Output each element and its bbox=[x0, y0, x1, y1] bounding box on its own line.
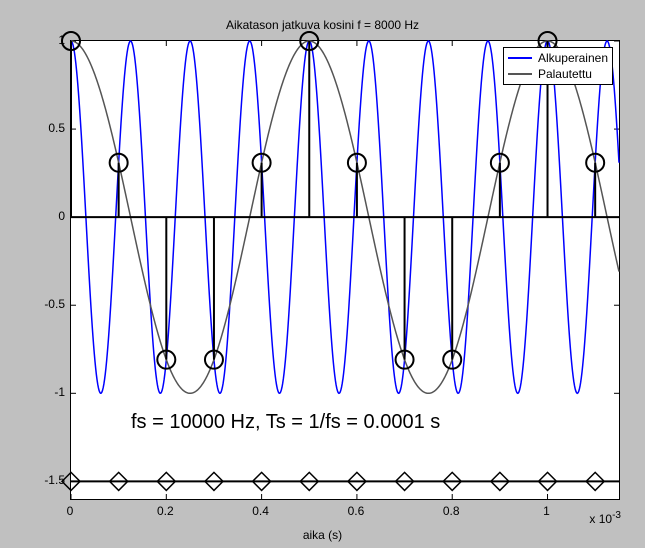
legend-item-palautettu: Palautettu bbox=[508, 66, 608, 82]
legend-label: Alkuperainen bbox=[538, 51, 608, 65]
y-tick-label: -1.5 bbox=[15, 473, 65, 487]
y-tick-label: 0 bbox=[15, 209, 65, 223]
legend: Alkuperainen Palautettu bbox=[503, 47, 613, 85]
x-tick-label: 1 bbox=[543, 504, 550, 518]
x-tick-label: 0 bbox=[67, 504, 74, 518]
y-tick-label: 1 bbox=[15, 33, 65, 47]
legend-swatch-blue bbox=[508, 57, 532, 59]
annotation-fs: fs = 10000 Hz, Ts = 1/fs = 0.0001 s bbox=[131, 411, 440, 434]
legend-item-alkuperainen: Alkuperainen bbox=[508, 50, 608, 66]
legend-swatch-gray bbox=[508, 73, 532, 75]
x-tick-label: 0.8 bbox=[443, 504, 460, 518]
y-tick-label: -1 bbox=[15, 385, 65, 399]
x-tick-label: 0.2 bbox=[157, 504, 174, 518]
y-tick-label: -0.5 bbox=[15, 297, 65, 311]
x-axis-label: aika (s) bbox=[0, 528, 645, 542]
legend-label: Palautettu bbox=[538, 67, 592, 81]
x-tick-label: 0.4 bbox=[252, 504, 269, 518]
x-axis-offset: x 10-3 bbox=[589, 510, 621, 526]
y-tick-label: 0.5 bbox=[15, 121, 65, 135]
chart-axes: Alkuperainen Palautettu fs = 10000 Hz, T… bbox=[70, 40, 620, 500]
chart-title: Aikatason jatkuva kosini f = 8000 Hz bbox=[0, 18, 645, 32]
figure-window: Aikatason jatkuva kosini f = 8000 Hz Alk… bbox=[0, 0, 645, 548]
x-tick-label: 0.6 bbox=[348, 504, 365, 518]
